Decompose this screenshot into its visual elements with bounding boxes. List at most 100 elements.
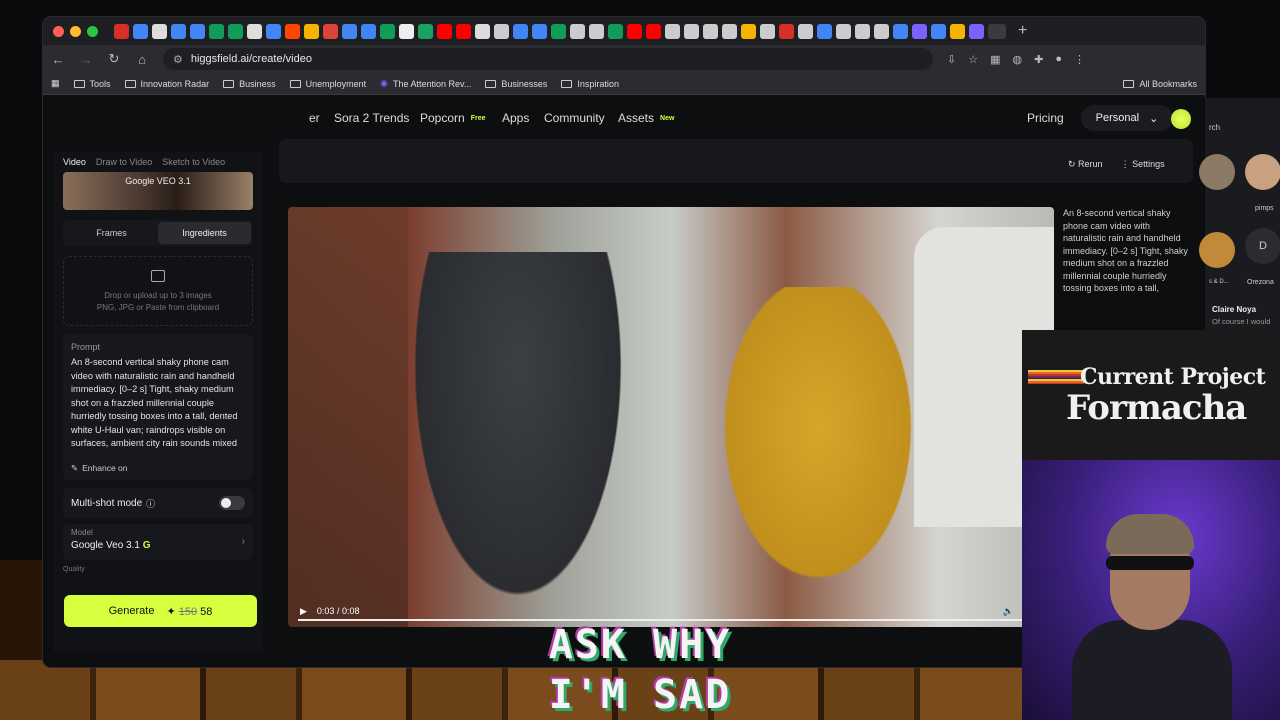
tab-favicon[interactable] — [418, 23, 433, 39]
tab-favicon[interactable] — [361, 23, 376, 39]
prompt-text[interactable]: An 8-second vertical shaky phone cam vid… — [71, 356, 245, 452]
tab-favicon[interactable] — [323, 23, 338, 39]
bookmark-folder[interactable]: Innovation Radar — [124, 79, 209, 89]
tab-favicon[interactable] — [342, 23, 357, 39]
tab-favicon[interactable] — [551, 23, 566, 39]
extension-icon[interactable]: ▦ — [990, 53, 1000, 66]
bookmark-folder[interactable]: Businesses — [485, 79, 547, 89]
back-icon[interactable]: ← — [51, 52, 65, 67]
play-icon[interactable]: ▶ — [300, 606, 307, 617]
tab-favicon[interactable] — [798, 23, 813, 39]
video-player[interactable]: ▶ 0:03 / 0:08 🔈⛶ — [288, 207, 1054, 627]
site-info-icon[interactable]: ⚙ — [173, 53, 183, 66]
tab-favicon[interactable] — [817, 23, 832, 39]
bookmark-star-icon[interactable]: ☆ — [968, 53, 978, 66]
tab-favicon[interactable] — [152, 23, 167, 39]
tab-favicon[interactable] — [456, 23, 471, 39]
rerun-button[interactable]: ↻ Rerun — [1068, 159, 1103, 170]
contact-avatar[interactable] — [1245, 154, 1280, 190]
tab-favicon[interactable] — [608, 23, 623, 39]
ingredients-tab[interactable]: Ingredients — [158, 222, 251, 244]
generate-button[interactable]: Generate ✦ 150 58 — [64, 595, 257, 627]
tab-favicon[interactable] — [931, 23, 946, 39]
tab-favicon[interactable] — [589, 23, 604, 39]
bookmark-link[interactable]: ◉ The Attention Rev... — [380, 78, 471, 89]
close-window-button[interactable] — [53, 25, 64, 37]
tab-favicon[interactable] — [228, 23, 243, 39]
all-bookmarks[interactable]: All Bookmarks — [1123, 79, 1197, 89]
multishot-toggle[interactable] — [219, 496, 245, 510]
tab-favicon[interactable] — [684, 23, 699, 39]
tab-sketch-to-video[interactable]: Sketch to Video — [162, 157, 225, 167]
tab-favicon[interactable] — [114, 23, 129, 39]
image-dropzone[interactable]: Drop or upload up to 3 images PNG, JPG o… — [63, 256, 253, 326]
tab-favicon[interactable] — [380, 23, 395, 39]
profile-icon[interactable]: ● — [1055, 53, 1062, 66]
install-icon[interactable]: ⇩ — [947, 53, 956, 66]
frames-tab[interactable]: Frames — [65, 222, 158, 244]
home-icon[interactable]: ⌂ — [135, 52, 149, 67]
tab-favicon[interactable] — [171, 23, 186, 39]
tab-favicon[interactable] — [855, 23, 870, 39]
contact-avatar[interactable] — [1199, 154, 1235, 190]
contact-avatar[interactable]: D — [1245, 228, 1280, 264]
tab-favicon[interactable] — [209, 23, 224, 39]
tab-favicon[interactable] — [304, 23, 319, 39]
model-selector[interactable]: Model Google Veo 3.1 G › — [63, 524, 253, 560]
avatar[interactable] — [1171, 109, 1191, 129]
settings-button[interactable]: ⋮ Settings — [1121, 159, 1165, 170]
tab-favicon[interactable] — [285, 23, 300, 39]
tab-favicon[interactable] — [133, 23, 148, 39]
nav-item-assets[interactable]: Assets New — [618, 111, 674, 125]
nav-item-sora[interactable]: Sora 2 Trends — [334, 111, 409, 125]
enhance-button[interactable]: ✎ Enhance on — [71, 463, 128, 474]
tab-favicon[interactable] — [874, 23, 889, 39]
extensions-puzzle-icon[interactable]: ✚ — [1034, 53, 1043, 66]
tab-favicon[interactable] — [665, 23, 680, 39]
tab-favicon[interactable] — [760, 23, 775, 39]
tab-favicon[interactable] — [266, 23, 281, 39]
bookmark-folder[interactable]: Inspiration — [561, 79, 619, 89]
tab-favicon[interactable] — [494, 23, 509, 39]
volume-icon[interactable]: 🔈 — [1002, 606, 1013, 617]
tab-favicon[interactable] — [912, 23, 927, 39]
reload-icon[interactable]: ↻ — [107, 51, 121, 67]
menu-icon[interactable]: ⋮ — [1074, 53, 1085, 66]
tab-favicon[interactable] — [475, 23, 490, 39]
apps-grid-icon[interactable]: ▦ — [51, 78, 60, 89]
tab-favicon[interactable] — [437, 23, 452, 39]
tab-favicon[interactable] — [190, 23, 205, 39]
tab-favicon[interactable] — [836, 23, 851, 39]
model-thumbnail[interactable]: Google VEO 3.1 — [63, 172, 253, 210]
tab-favicon[interactable] — [513, 23, 528, 39]
tab-favicon[interactable] — [741, 23, 756, 39]
minimize-window-button[interactable] — [70, 25, 81, 37]
forward-icon[interactable]: → — [79, 52, 93, 67]
tab-favicon[interactable] — [247, 23, 262, 39]
nav-item-apps[interactable]: Apps — [502, 111, 529, 125]
nav-item-popcorn[interactable]: Popcorn Free — [420, 111, 486, 125]
tab-favicon[interactable] — [703, 23, 718, 39]
zoom-window-button[interactable] — [87, 25, 98, 37]
tab-favicon[interactable] — [893, 23, 908, 39]
tab-favicon[interactable] — [950, 23, 965, 39]
tab-favicon[interactable] — [627, 23, 642, 39]
address-bar[interactable]: ⚙ higgsfield.ai/create/video — [163, 48, 933, 70]
tab-favicon[interactable] — [399, 23, 414, 39]
nav-item-pricing[interactable]: Pricing — [1027, 111, 1064, 125]
bookmark-folder[interactable]: Unemployment — [289, 79, 366, 89]
new-tab-icon[interactable]: + — [1018, 22, 1027, 40]
contact-avatar[interactable] — [1199, 232, 1235, 268]
info-icon[interactable]: ⓘ — [146, 497, 155, 510]
tab-favicon[interactable] — [969, 23, 984, 39]
tab-favicon[interactable] — [779, 23, 794, 39]
tab-favicon[interactable] — [722, 23, 737, 39]
bookmark-folder[interactable]: Business — [223, 79, 276, 89]
bookmark-folder[interactable]: Tools — [73, 79, 111, 89]
tab-favicon[interactable] — [532, 23, 547, 39]
extension-icon[interactable]: ◍ — [1013, 53, 1023, 66]
nav-item-partial[interactable]: er — [309, 111, 320, 125]
tab-favicon[interactable] — [646, 23, 661, 39]
tab-favicon[interactable] — [570, 23, 585, 39]
workspace-selector[interactable]: Personal ⌄ — [1081, 105, 1173, 131]
